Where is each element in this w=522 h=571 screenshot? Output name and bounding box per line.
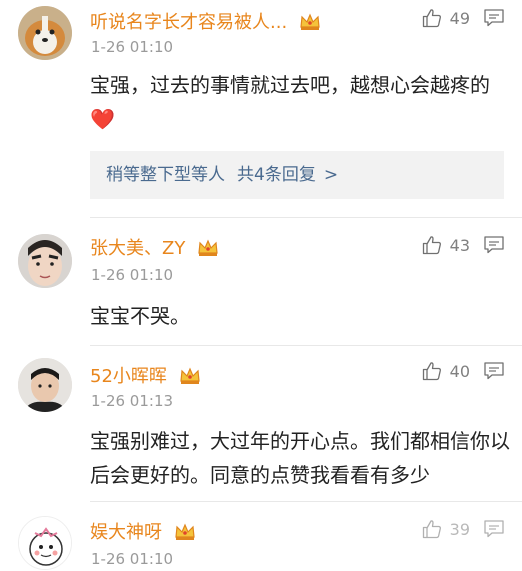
username[interactable]: 听说名字长才容易被人... bbox=[90, 8, 321, 34]
comment-icon[interactable] bbox=[484, 362, 504, 380]
username-text[interactable]: 52小晖晖 bbox=[90, 366, 167, 387]
avatar[interactable] bbox=[18, 358, 72, 412]
username[interactable]: 张大美、ZY bbox=[90, 234, 219, 260]
divider bbox=[90, 217, 522, 218]
divider bbox=[90, 345, 522, 346]
thumbs-up-icon bbox=[422, 361, 442, 381]
sub-reply-users[interactable]: 稍等整下型等人 bbox=[106, 165, 225, 185]
comment-text: 宝强别难过，大过年的开心点。我们都相信你以后会更好的。同意的点赞我看看有多少 bbox=[90, 429, 510, 487]
heart-emoji: ❤️ bbox=[90, 107, 115, 131]
dog-avatar-image bbox=[18, 6, 72, 60]
comment-text-body: 宝强，过去的事情就过去吧，越想心会越疼的 bbox=[90, 73, 490, 97]
sub-reply-total[interactable]: 共4条回复 bbox=[237, 165, 316, 185]
comment-item: 娱大神呀 1-26 01:10 39 bbox=[0, 504, 522, 571]
comment-item: 张大美、ZY 1-26 01:10 43 宝宝不哭。 bbox=[0, 220, 522, 348]
divider bbox=[90, 501, 522, 502]
person-avatar-image bbox=[18, 234, 72, 288]
like-count: 43 bbox=[449, 235, 470, 255]
crown-icon bbox=[179, 367, 201, 385]
username-text[interactable]: 张大美、ZY bbox=[90, 238, 185, 259]
like-button[interactable]: 39 bbox=[422, 517, 470, 541]
like-count: 39 bbox=[449, 519, 470, 539]
cartoon-avatar-image bbox=[19, 517, 71, 569]
timestamp: 1-26 01:10 bbox=[91, 38, 174, 56]
avatar[interactable] bbox=[18, 234, 72, 288]
crown-icon bbox=[174, 523, 196, 541]
like-button[interactable]: 49 bbox=[422, 6, 470, 30]
like-count: 49 bbox=[449, 8, 470, 28]
thumbs-up-icon bbox=[422, 235, 442, 255]
avatar[interactable] bbox=[18, 516, 72, 570]
thumbs-up-icon bbox=[422, 519, 442, 539]
comment-item: 52小晖晖 1-26 01:13 40 宝强别难过，大过年的开心点。我们都相信你… bbox=[0, 348, 522, 504]
person-avatar-image bbox=[18, 358, 72, 412]
timestamp: 1-26 01:10 bbox=[91, 266, 174, 284]
timestamp: 1-26 01:13 bbox=[91, 392, 174, 410]
timestamp: 1-26 01:10 bbox=[91, 550, 174, 568]
comment-text: 宝强，过去的事情就过去吧，越想心会越疼的 ❤️ bbox=[90, 68, 510, 136]
thumbs-up-icon bbox=[422, 8, 442, 28]
username[interactable]: 52小晖晖 bbox=[90, 362, 201, 388]
comment-icon[interactable] bbox=[484, 9, 504, 27]
chevron-right-icon: > bbox=[323, 165, 339, 185]
comment-icon[interactable] bbox=[484, 236, 504, 254]
username[interactable]: 娱大神呀 bbox=[90, 518, 196, 544]
comment-item: 听说名字长才容易被人... 1-26 01:10 49 宝强，过去的事情就过去吧… bbox=[0, 0, 522, 220]
comment-text: 宝宝不哭。 bbox=[90, 304, 190, 328]
sub-replies-box[interactable]: 稍等整下型等人 共4条回复 > bbox=[90, 151, 504, 199]
like-button[interactable]: 40 bbox=[422, 359, 470, 383]
username-text[interactable]: 娱大神呀 bbox=[90, 522, 162, 543]
username-text[interactable]: 听说名字长才容易被人... bbox=[90, 12, 287, 33]
crown-icon bbox=[299, 13, 321, 31]
crown-icon bbox=[197, 239, 219, 257]
avatar[interactable] bbox=[18, 6, 72, 60]
comment-icon[interactable] bbox=[484, 520, 504, 538]
like-count: 40 bbox=[449, 361, 470, 381]
like-button[interactable]: 43 bbox=[422, 233, 470, 257]
